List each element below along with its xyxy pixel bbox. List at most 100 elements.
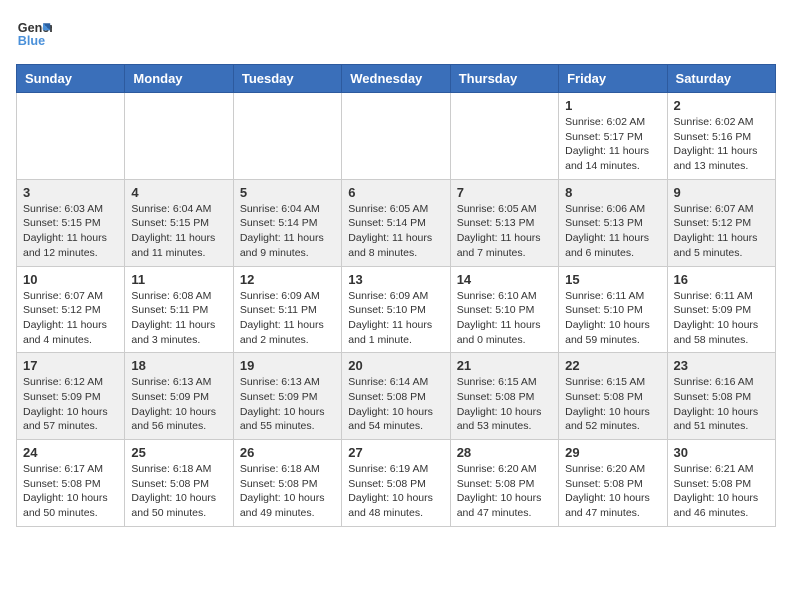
day-number: 6 <box>348 185 443 200</box>
day-info: Sunrise: 6:14 AMSunset: 5:08 PMDaylight:… <box>348 375 443 434</box>
day-number: 15 <box>565 272 660 287</box>
day-info: Sunrise: 6:13 AMSunset: 5:09 PMDaylight:… <box>131 375 226 434</box>
day-number: 26 <box>240 445 335 460</box>
weekday-header-thursday: Thursday <box>450 65 558 93</box>
day-info: Sunrise: 6:12 AMSunset: 5:09 PMDaylight:… <box>23 375 118 434</box>
day-number: 19 <box>240 358 335 373</box>
day-info: Sunrise: 6:18 AMSunset: 5:08 PMDaylight:… <box>240 462 335 521</box>
calendar-cell: 27Sunrise: 6:19 AMSunset: 5:08 PMDayligh… <box>342 440 450 527</box>
calendar-cell: 28Sunrise: 6:20 AMSunset: 5:08 PMDayligh… <box>450 440 558 527</box>
day-number: 2 <box>674 98 769 113</box>
day-info: Sunrise: 6:03 AMSunset: 5:15 PMDaylight:… <box>23 202 118 261</box>
day-number: 14 <box>457 272 552 287</box>
calendar-cell: 24 Sunrise: 6:17 AMSunset: 5:08 PMDayligh… <box>17 440 125 527</box>
calendar-cell <box>125 93 233 180</box>
calendar-cell: 12 Sunrise: 6:09 AMSunset: 5:11 PMDayligh… <box>233 266 341 353</box>
calendar-cell <box>450 93 558 180</box>
calendar-header-row: SundayMondayTuesdayWednesdayThursdayFrid… <box>17 65 776 93</box>
day-number: 11 <box>131 272 226 287</box>
day-info: Sunrise: 6:05 AMSunset: 5:14 PMDaylight:… <box>348 202 443 261</box>
weekday-header-sunday: Sunday <box>17 65 125 93</box>
calendar-cell <box>17 93 125 180</box>
calendar-cell: 7Sunrise: 6:05 AMSunset: 5:13 PMDaylight… <box>450 179 558 266</box>
day-info: Sunrise: 6:16 AMSunset: 5:08 PMDaylight:… <box>674 375 769 434</box>
day-number: 24 <box>23 445 118 460</box>
calendar-cell: 30 Sunrise: 6:21 AMSunset: 5:08 PMDayligh… <box>667 440 775 527</box>
calendar-week-3: 10Sunrise: 6:07 AMSunset: 5:12 PMDayligh… <box>17 266 776 353</box>
day-number: 29 <box>565 445 660 460</box>
day-info: Sunrise: 6:11 AMSunset: 5:09 PMDaylight:… <box>674 289 769 348</box>
calendar-cell: 18 Sunrise: 6:13 AMSunset: 5:09 PMDayligh… <box>125 353 233 440</box>
day-number: 4 <box>131 185 226 200</box>
logo: General Blue <box>16 16 56 52</box>
weekday-header-tuesday: Tuesday <box>233 65 341 93</box>
calendar-week-4: 17 Sunrise: 6:12 AMSunset: 5:09 PMDayligh… <box>17 353 776 440</box>
calendar-cell: 3 Sunrise: 6:03 AMSunset: 5:15 PMDaylight… <box>17 179 125 266</box>
calendar-cell: 16Sunrise: 6:11 AMSunset: 5:09 PMDayligh… <box>667 266 775 353</box>
calendar-cell: 11 Sunrise: 6:08 AMSunset: 5:11 PMDayligh… <box>125 266 233 353</box>
calendar-cell: 14Sunrise: 6:10 AMSunset: 5:10 PMDayligh… <box>450 266 558 353</box>
day-info: Sunrise: 6:09 AMSunset: 5:11 PMDaylight:… <box>240 289 335 348</box>
day-number: 20 <box>348 358 443 373</box>
day-info: Sunrise: 6:11 AMSunset: 5:10 PMDaylight:… <box>565 289 660 348</box>
day-info: Sunrise: 6:07 AMSunset: 5:12 PMDaylight:… <box>674 202 769 261</box>
calendar-cell: 19 Sunrise: 6:13 AMSunset: 5:09 PMDayligh… <box>233 353 341 440</box>
calendar-cell <box>342 93 450 180</box>
calendar-cell: 22 Sunrise: 6:15 AMSunset: 5:08 PMDayligh… <box>559 353 667 440</box>
day-number: 5 <box>240 185 335 200</box>
page-header: General Blue <box>16 16 776 52</box>
day-info: Sunrise: 6:13 AMSunset: 5:09 PMDaylight:… <box>240 375 335 434</box>
calendar-cell: 15 Sunrise: 6:11 AMSunset: 5:10 PMDayligh… <box>559 266 667 353</box>
weekday-header-monday: Monday <box>125 65 233 93</box>
day-number: 18 <box>131 358 226 373</box>
day-info: Sunrise: 6:07 AMSunset: 5:12 PMDaylight:… <box>23 289 118 348</box>
logo-icon: General Blue <box>16 16 52 52</box>
day-info: Sunrise: 6:02 AMSunset: 5:17 PMDaylight:… <box>565 115 660 174</box>
day-number: 17 <box>23 358 118 373</box>
day-info: Sunrise: 6:06 AMSunset: 5:13 PMDaylight:… <box>565 202 660 261</box>
calendar-week-2: 3 Sunrise: 6:03 AMSunset: 5:15 PMDaylight… <box>17 179 776 266</box>
day-number: 21 <box>457 358 552 373</box>
calendar-cell: 9 Sunrise: 6:07 AMSunset: 5:12 PMDaylight… <box>667 179 775 266</box>
calendar-cell: 8 Sunrise: 6:06 AMSunset: 5:13 PMDaylight… <box>559 179 667 266</box>
day-info: Sunrise: 6:19 AMSunset: 5:08 PMDaylight:… <box>348 462 443 521</box>
day-info: Sunrise: 6:09 AMSunset: 5:10 PMDaylight:… <box>348 289 443 348</box>
calendar-cell: 6 Sunrise: 6:05 AMSunset: 5:14 PMDaylight… <box>342 179 450 266</box>
day-info: Sunrise: 6:21 AMSunset: 5:08 PMDaylight:… <box>674 462 769 521</box>
calendar-cell <box>233 93 341 180</box>
calendar-cell: 13 Sunrise: 6:09 AMSunset: 5:10 PMDayligh… <box>342 266 450 353</box>
day-info: Sunrise: 6:20 AMSunset: 5:08 PMDaylight:… <box>565 462 660 521</box>
day-info: Sunrise: 6:08 AMSunset: 5:11 PMDaylight:… <box>131 289 226 348</box>
day-number: 22 <box>565 358 660 373</box>
day-number: 28 <box>457 445 552 460</box>
day-info: Sunrise: 6:17 AMSunset: 5:08 PMDaylight:… <box>23 462 118 521</box>
day-number: 7 <box>457 185 552 200</box>
calendar-cell: 2 Sunrise: 6:02 AMSunset: 5:16 PMDaylight… <box>667 93 775 180</box>
calendar-cell: 29 Sunrise: 6:20 AMSunset: 5:08 PMDayligh… <box>559 440 667 527</box>
calendar-week-5: 24 Sunrise: 6:17 AMSunset: 5:08 PMDayligh… <box>17 440 776 527</box>
weekday-header-wednesday: Wednesday <box>342 65 450 93</box>
calendar-cell: 23Sunrise: 6:16 AMSunset: 5:08 PMDayligh… <box>667 353 775 440</box>
calendar-cell: 21 Sunrise: 6:15 AMSunset: 5:08 PMDayligh… <box>450 353 558 440</box>
calendar-table: SundayMondayTuesdayWednesdayThursdayFrid… <box>16 64 776 527</box>
calendar-cell: 4Sunrise: 6:04 AMSunset: 5:15 PMDaylight… <box>125 179 233 266</box>
day-info: Sunrise: 6:15 AMSunset: 5:08 PMDaylight:… <box>457 375 552 434</box>
day-number: 9 <box>674 185 769 200</box>
calendar-cell: 26 Sunrise: 6:18 AMSunset: 5:08 PMDayligh… <box>233 440 341 527</box>
calendar-cell: 1 Sunrise: 6:02 AMSunset: 5:17 PMDaylight… <box>559 93 667 180</box>
calendar-cell: 5 Sunrise: 6:04 AMSunset: 5:14 PMDaylight… <box>233 179 341 266</box>
day-number: 3 <box>23 185 118 200</box>
weekday-header-friday: Friday <box>559 65 667 93</box>
day-info: Sunrise: 6:04 AMSunset: 5:14 PMDaylight:… <box>240 202 335 261</box>
day-info: Sunrise: 6:15 AMSunset: 5:08 PMDaylight:… <box>565 375 660 434</box>
calendar-cell: 17 Sunrise: 6:12 AMSunset: 5:09 PMDayligh… <box>17 353 125 440</box>
day-number: 12 <box>240 272 335 287</box>
day-number: 1 <box>565 98 660 113</box>
day-number: 8 <box>565 185 660 200</box>
svg-text:Blue: Blue <box>18 34 45 48</box>
day-info: Sunrise: 6:02 AMSunset: 5:16 PMDaylight:… <box>674 115 769 174</box>
day-number: 13 <box>348 272 443 287</box>
calendar-cell: 10Sunrise: 6:07 AMSunset: 5:12 PMDayligh… <box>17 266 125 353</box>
calendar-week-1: 1 Sunrise: 6:02 AMSunset: 5:17 PMDaylight… <box>17 93 776 180</box>
day-number: 30 <box>674 445 769 460</box>
